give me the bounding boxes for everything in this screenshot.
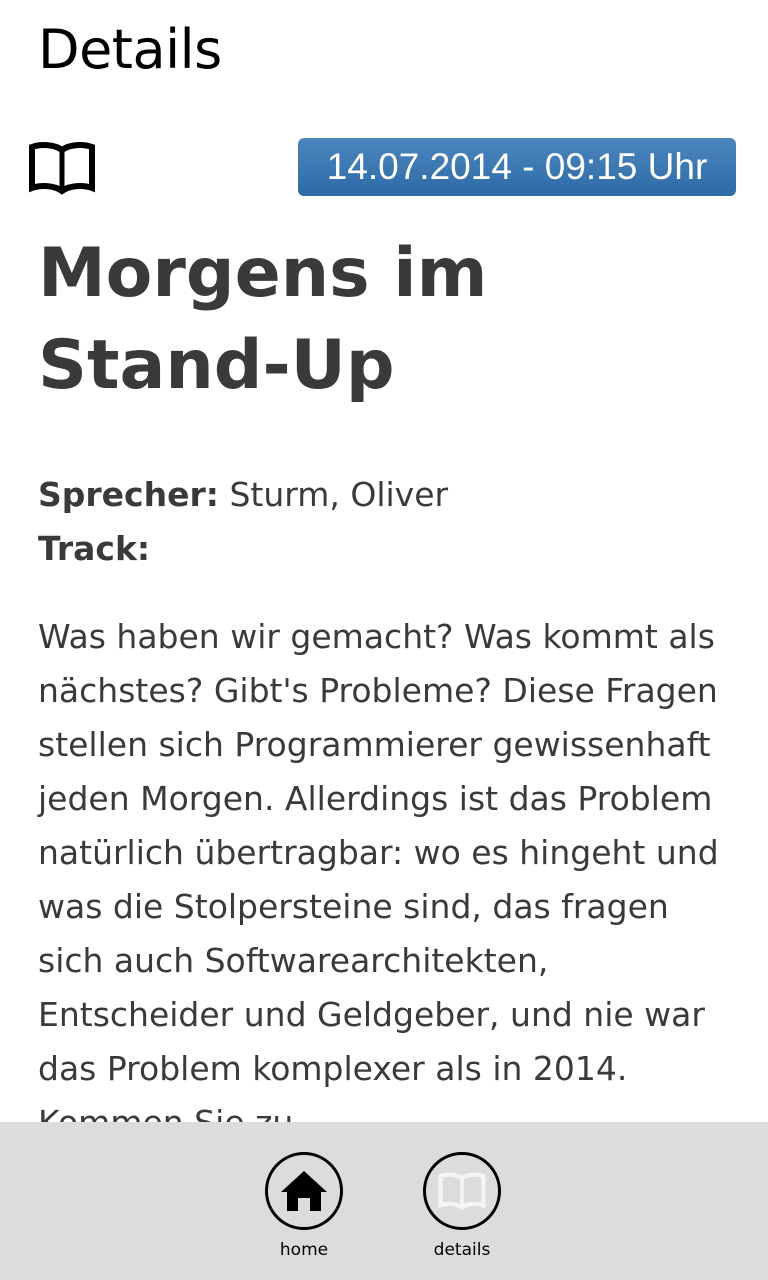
book-icon <box>438 1172 486 1211</box>
details-page: Details 14.07.2014 - 09:15 Uhr Morgens i… <box>0 0 768 1280</box>
track-label: Track: <box>38 529 151 568</box>
date-time-badge: 14.07.2014 - 09:15 Uhr <box>298 138 736 196</box>
home-button-circle <box>265 1152 343 1230</box>
home-icon <box>281 1171 327 1211</box>
speaker-value: Sturm, Oliver <box>229 475 449 514</box>
track-row: Track: <box>38 522 448 576</box>
details-button-label: details <box>433 1240 491 1260</box>
book-icon <box>29 142 95 195</box>
home-button[interactable]: home <box>244 1152 364 1260</box>
page-title: Details <box>38 18 222 81</box>
app-bar: home details <box>0 1122 768 1280</box>
details-button-circle <box>423 1152 501 1230</box>
details-button[interactable]: details <box>402 1152 522 1260</box>
session-abstract: Was haben wir gemacht? Was kommt als näc… <box>38 617 719 1142</box>
session-title: Morgens im Stand-Up <box>38 234 488 405</box>
speaker-label: Sprecher: <box>38 475 219 514</box>
speaker-row: Sprecher: Sturm, Oliver <box>38 468 448 522</box>
home-button-label: home <box>279 1240 329 1260</box>
session-meta: Sprecher: Sturm, Oliver Track: <box>38 468 448 576</box>
